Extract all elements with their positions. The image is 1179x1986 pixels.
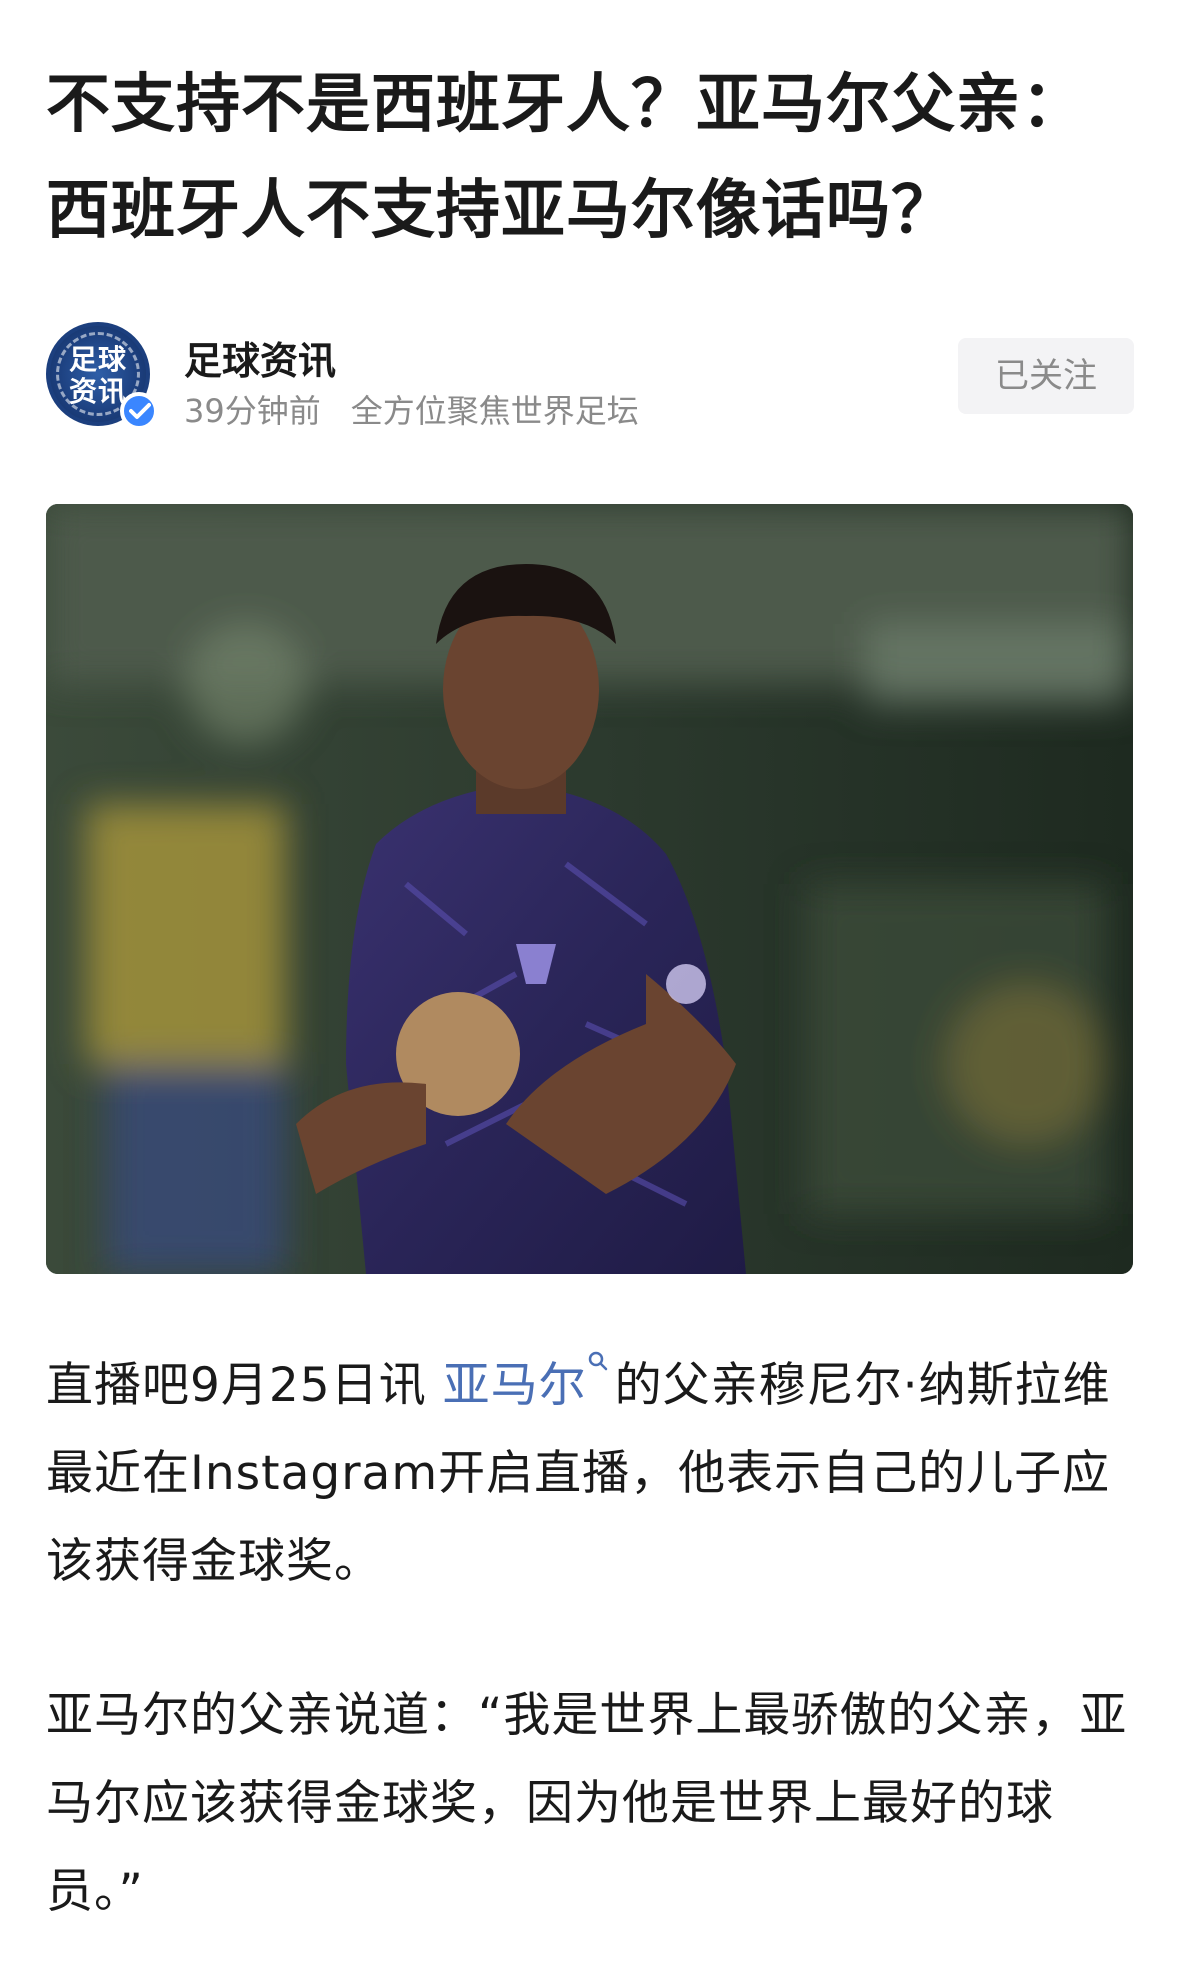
paragraph-1: 直播吧9月25日讯 亚马尔 的父亲穆尼尔·纳斯拉维最近在Instagram开启直播…	[46, 1342, 1136, 1606]
author-row: 足球 资讯 足球资讯 39分钟前 全方位聚焦世界足坛 已关注	[46, 322, 1134, 432]
hero-photo[interactable]	[46, 504, 1133, 1274]
follow-button[interactable]: 已关注	[958, 338, 1134, 414]
article-title: 不支持不是西班牙人？亚马尔父亲：西班牙人不支持亚马尔像话吗？	[46, 68, 1086, 248]
keyword-link[interactable]: 亚马尔	[443, 1351, 615, 1413]
article-page: 不支持不是西班牙人？亚马尔父亲：西班牙人不支持亚马尔像话吗？ 足球 资讯 足球资…	[0, 0, 1179, 1986]
paragraph-1-intro: 直播吧9月25日讯	[46, 1358, 443, 1413]
verified-check-icon	[120, 392, 158, 430]
author-meta: 39分钟前 全方位聚焦世界足坛	[184, 386, 639, 432]
author-description: 全方位聚焦世界足坛	[350, 392, 639, 430]
paragraph-2: 亚马尔的父亲说道：“我是世界上最骄傲的父亲，亚马尔应该获得金球奖，因为他是世界上…	[46, 1688, 1128, 1919]
search-icon[interactable]	[587, 1350, 609, 1372]
player-photo-illustration	[46, 504, 1133, 1274]
author-name[interactable]: 足球资讯	[184, 330, 336, 385]
publish-time: 39分钟前	[184, 392, 321, 430]
